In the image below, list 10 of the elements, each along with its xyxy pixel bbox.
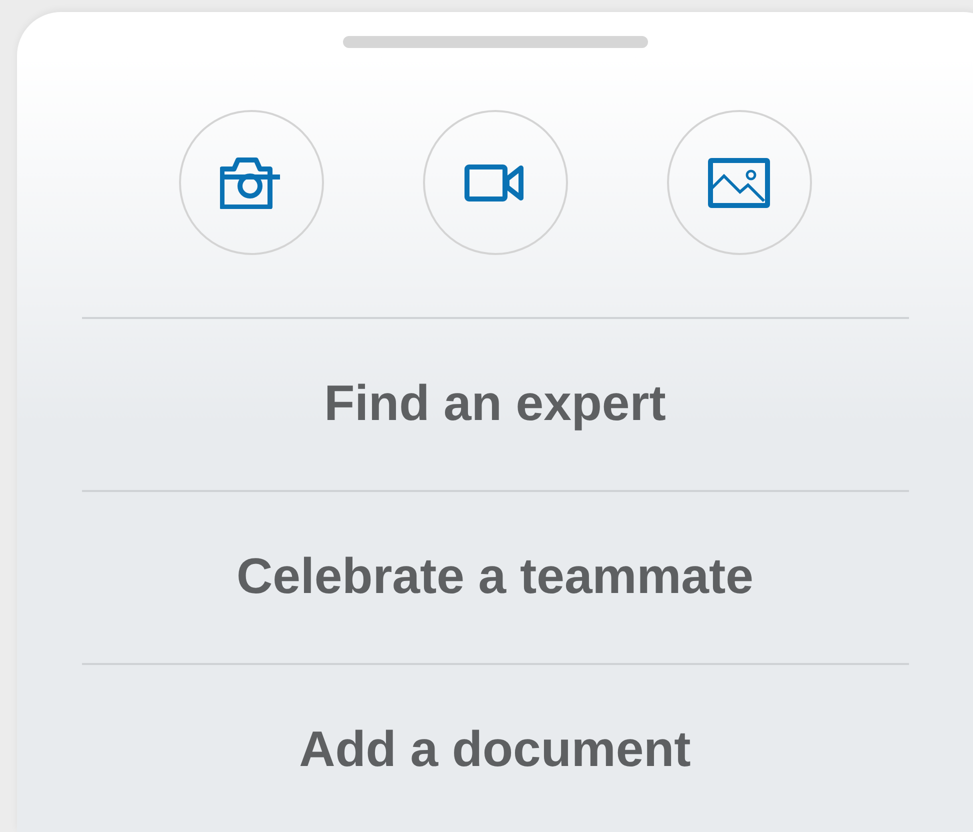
menu-item[interactable]: Find an expert — [324, 373, 666, 433]
drag-handle[interactable] — [342, 36, 648, 48]
video-camera-icon — [464, 164, 526, 202]
image-button[interactable] — [666, 110, 812, 255]
menu-item[interactable]: Add a document — [299, 719, 691, 779]
camera-button[interactable] — [178, 110, 324, 255]
menu-item[interactable]: Celebrate a teammate — [236, 546, 754, 606]
image-icon — [708, 158, 770, 208]
video-button[interactable] — [422, 110, 568, 255]
camera-icon — [220, 156, 282, 208]
